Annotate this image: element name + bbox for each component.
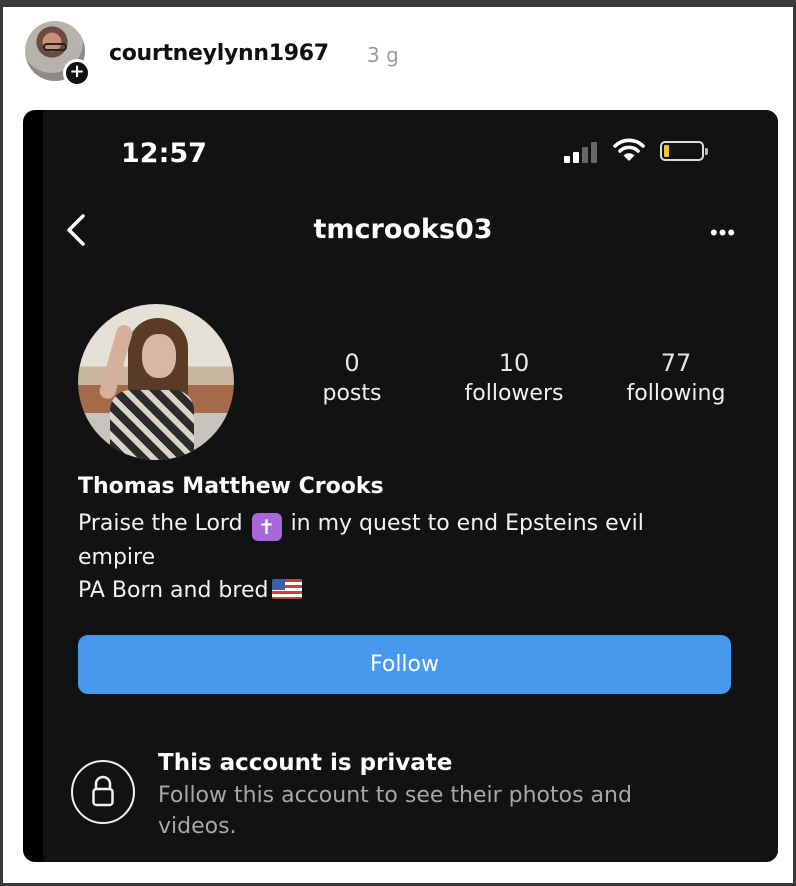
bio-text-1b: in my quest to end Epsteins evil [290,511,644,536]
cross-emoji: ✝ [251,513,282,541]
bio-text-2: empire [78,545,156,570]
follow-button[interactable]: Follow [78,635,731,694]
following-label: following [626,381,726,406]
bio-text-3: PA Born and bred [78,578,269,603]
stat-followers[interactable]: 10 followers [434,349,594,406]
photo-shirt [110,390,194,460]
posts-count: 0 [344,349,360,377]
wifi-icon [613,138,645,161]
battery-icon [660,141,708,161]
phone-screen: 12:57 tmcrooks03 ••• 0 posts 10 follower… [43,110,778,862]
avatar-glasses [43,43,67,51]
post-age: 3 g [367,43,399,67]
following-count: 77 [660,349,692,377]
lock-icon [71,760,135,824]
status-time: 12:57 [121,138,207,169]
bio: Praise the Lord ✝ in my quest to end Eps… [78,507,738,607]
followers-count: 10 [498,349,530,377]
more-icon[interactable]: ••• [710,222,736,244]
stat-following[interactable]: 77 following [596,349,756,406]
signal-icon [564,141,602,163]
post-card: + courtneylynn1967 3 g 12:57 tmcrooks03 … [3,7,793,883]
poster-username[interactable]: courtneylynn1967 [109,41,329,66]
bio-text-1a: Praise the Lord [78,511,243,536]
profile-photo[interactable] [78,304,234,460]
posts-label: posts [322,381,382,406]
photo-face [142,334,176,378]
embedded-screenshot: 12:57 tmcrooks03 ••• 0 posts 10 follower… [23,110,778,862]
us-flag-emoji [272,579,303,599]
private-title: This account is private [158,750,453,776]
full-name: Thomas Matthew Crooks [78,474,384,499]
add-icon[interactable]: + [63,59,91,87]
stat-posts[interactable]: 0 posts [272,349,432,406]
followers-label: followers [464,381,564,406]
profile-username: tmcrooks03 [313,214,493,245]
private-description: Follow this account to see their photos … [158,783,632,839]
post-header: + courtneylynn1967 3 g [23,15,763,91]
